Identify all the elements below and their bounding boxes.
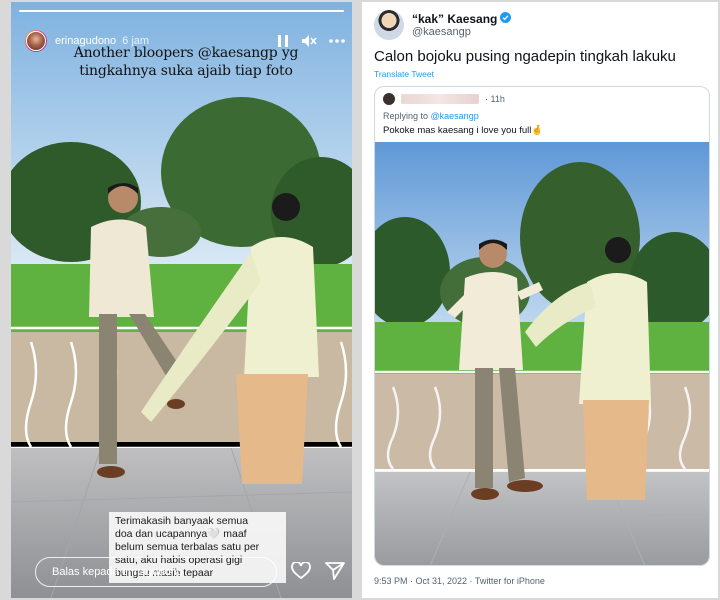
instagram-story: erinagudono 6 jam Another bloopers @kaes… xyxy=(11,2,352,598)
translate-tweet-link[interactable]: Translate Tweet xyxy=(374,69,434,79)
replying-prefix: Replying to xyxy=(383,111,431,121)
tweet-handle[interactable]: @kaesangp xyxy=(412,26,511,38)
note-line: belum semua terbalas satu per xyxy=(115,541,260,553)
story-photo xyxy=(11,2,352,598)
tweet-text: Calon bojoku pusing ngadepin tingkah lak… xyxy=(374,48,676,65)
replying-handle-link[interactable]: @kaesangp xyxy=(431,111,479,121)
note-line: doa dan ucapannya🤍 maaf xyxy=(115,528,247,540)
story-reply-input[interactable]: Balas kepada erinagudono xyxy=(35,557,277,587)
tweet-timestamp: 9:53 PM · Oct 31, 2022 · Twitter for iPh… xyxy=(374,576,545,586)
tweet-display-name-row: “kak” Kaesang xyxy=(412,12,512,26)
heart-icon[interactable] xyxy=(291,561,311,585)
avatar xyxy=(383,93,395,105)
quoted-tweet-photo[interactable] xyxy=(375,142,709,566)
quoted-tweet-time: · 11h xyxy=(485,94,505,104)
blurred-username xyxy=(401,94,479,104)
avatar[interactable] xyxy=(25,30,47,52)
send-icon[interactable] xyxy=(325,562,345,585)
tweet-display-name[interactable]: “kak” Kaesang xyxy=(412,12,497,26)
tweet-author: “kak” Kaesang @kaesangp xyxy=(374,10,512,40)
note-line: Terimakasih banyaak semua xyxy=(115,515,249,527)
story-progress-bar xyxy=(19,10,344,12)
replying-to: Replying to @kaesangp xyxy=(383,111,479,121)
story-caption: Another bloopers @kaesangp yg tingkahnya… xyxy=(51,44,321,80)
verified-badge-icon xyxy=(500,12,512,26)
more-icon[interactable] xyxy=(329,39,345,43)
story-caption-line: tingkahnya suka ajaib tiap foto xyxy=(79,63,293,79)
story-caption-line: Another bloopers @kaesangp yg xyxy=(73,45,299,61)
quoted-tweet-text: Pokoke mas kaesang i love you full🤞 xyxy=(383,125,544,136)
quoted-tweet-header: · 11h xyxy=(383,93,505,105)
reply-placeholder: Balas kepada erinagudono xyxy=(52,566,183,578)
story-actions xyxy=(291,561,345,585)
tweet-card: “kak” Kaesang @kaesangp Calon bojoku pus… xyxy=(362,2,718,598)
avatar[interactable] xyxy=(374,10,404,40)
story-progress-fill xyxy=(19,10,344,12)
quoted-tweet[interactable]: · 11h Replying to @kaesangp Pokoke mas k… xyxy=(374,86,710,566)
